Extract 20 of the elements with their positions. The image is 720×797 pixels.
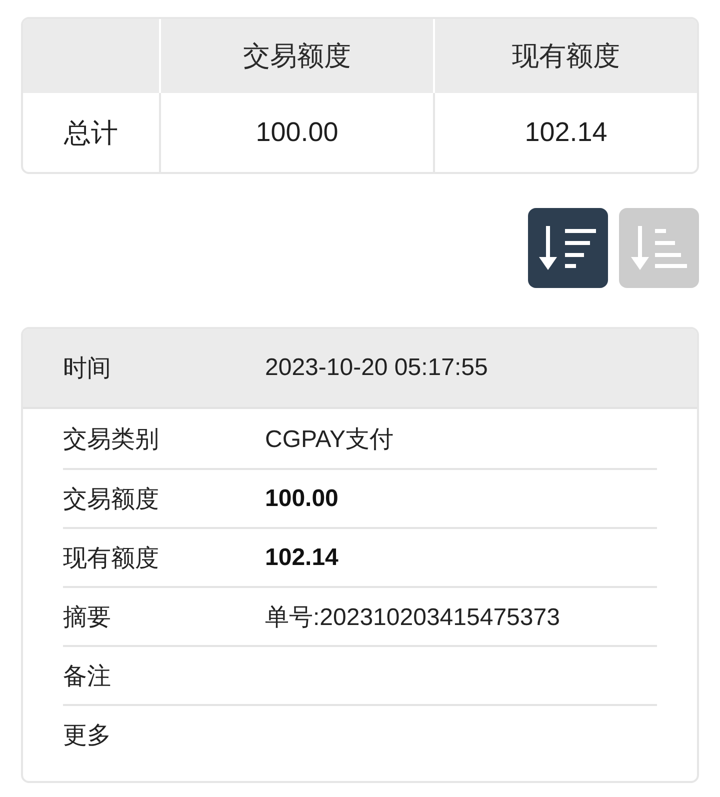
field-label: 交易额度: [63, 484, 160, 514]
table-cell: 102.14: [433, 93, 697, 172]
field-value: 102.14: [265, 544, 338, 572]
field-label: 时间: [63, 354, 112, 384]
field-value: CGPAY支付: [265, 424, 394, 454]
table-cell: 100.00: [159, 93, 433, 172]
sort-ascending-icon: [630, 226, 688, 270]
field-value: 100.00: [265, 484, 338, 512]
field-label: 交易类别: [63, 424, 160, 454]
column-header: 交易额度: [159, 19, 433, 93]
field-label: 摘要: [63, 602, 112, 632]
sort-descending-button[interactable]: [528, 208, 608, 288]
field-value: 2023-10-20 05:17:55: [265, 354, 488, 382]
field-label: 更多: [63, 720, 112, 750]
field-value: 单号:202310203415475373: [265, 602, 560, 632]
field-label: 现有额度: [63, 544, 160, 574]
column-header: 现有额度: [433, 19, 697, 93]
field-label: 备注: [63, 662, 112, 692]
row-label: 总计: [62, 116, 119, 150]
sort-descending-icon: [539, 226, 597, 270]
